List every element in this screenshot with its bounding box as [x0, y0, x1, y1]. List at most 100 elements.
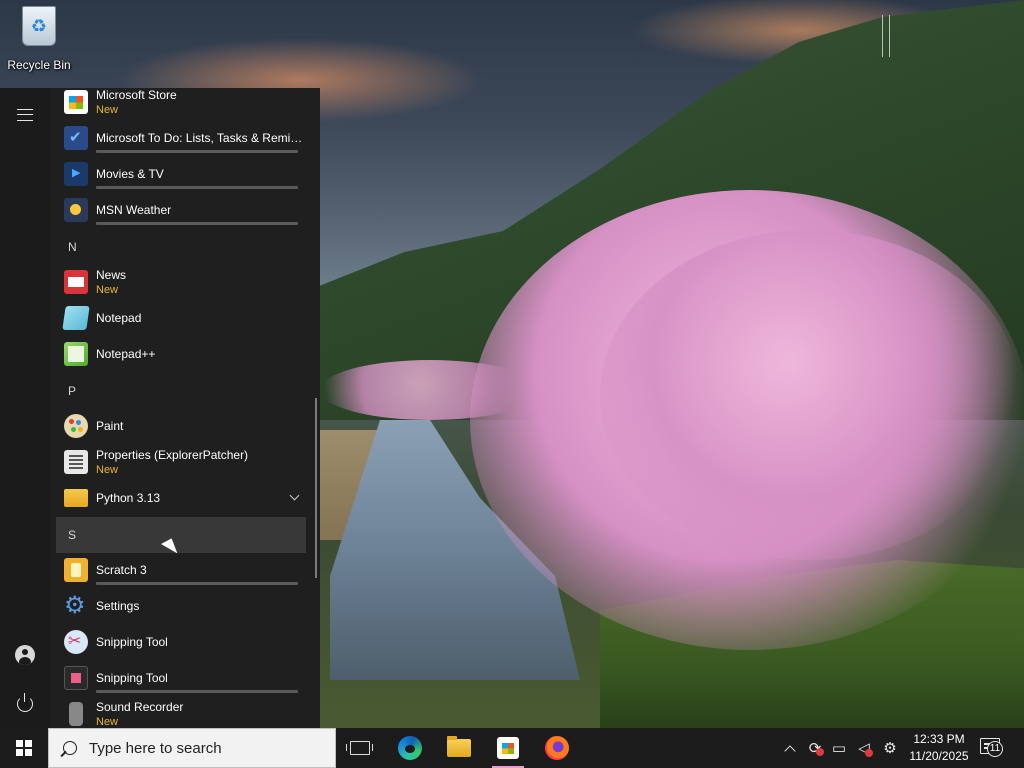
- letter-header-n[interactable]: N: [56, 229, 306, 265]
- install-progress-bar: [96, 186, 298, 189]
- folder-name: Python 3.13: [96, 490, 161, 505]
- weather-icon: [64, 198, 88, 222]
- app-list: Microsoft Store New Microsoft To Do: Lis…: [56, 88, 312, 728]
- app-name: Snipping Tool: [96, 634, 168, 649]
- app-item-microsoft-store[interactable]: Microsoft Store New: [56, 84, 306, 120]
- app-item-movies-tv[interactable]: Movies & TV: [56, 156, 306, 192]
- wallpaper-cherry-blossom: [600, 230, 1020, 560]
- todo-icon: [64, 126, 88, 150]
- paint-icon: [64, 414, 88, 438]
- app-item-settings[interactable]: Settings: [56, 588, 306, 624]
- app-item-news[interactable]: News New: [56, 264, 306, 300]
- windows-logo-icon: [16, 740, 32, 756]
- error-dot: [816, 748, 824, 756]
- new-badge: New: [96, 103, 119, 116]
- taskbar-firefox[interactable]: [533, 728, 581, 768]
- gear-icon: ⚙: [883, 739, 897, 757]
- app-item-microsoft-to-do[interactable]: Microsoft To Do: Lists, Tasks & Remin...: [56, 120, 306, 156]
- app-name: Snipping Tool: [96, 670, 168, 685]
- news-icon: [64, 270, 88, 294]
- clock-time: 12:33 PM: [913, 732, 965, 746]
- app-name: Settings: [96, 598, 140, 613]
- snipping-tool-legacy-icon: [64, 666, 88, 690]
- edge-icon: [398, 736, 422, 760]
- hamburger-icon: [17, 109, 33, 121]
- start-button[interactable]: [0, 728, 48, 768]
- app-item-scratch[interactable]: Scratch 3: [56, 552, 306, 588]
- power-button[interactable]: [0, 680, 50, 728]
- new-badge: New: [96, 715, 119, 728]
- tray-volume[interactable]: ◁: [852, 728, 876, 768]
- install-progress-bar: [96, 582, 298, 585]
- snipping-tool-icon: [64, 630, 88, 654]
- install-progress-bar: [96, 150, 298, 153]
- app-item-properties-explorerpatcher[interactable]: Properties (ExplorerPatcher) New: [56, 444, 306, 480]
- new-badge: New: [96, 283, 119, 296]
- clock-date: 11/20/2025: [909, 749, 969, 763]
- folder-item-python[interactable]: Python 3.13: [56, 480, 306, 516]
- task-view-button[interactable]: [336, 728, 384, 768]
- new-badge: New: [96, 463, 119, 476]
- app-name: Properties (ExplorerPatcher): [96, 447, 249, 462]
- movies-tv-icon: [64, 162, 88, 186]
- search-box[interactable]: Type here to search: [48, 728, 336, 768]
- sound-recorder-icon: [69, 702, 83, 726]
- letter-label: N: [68, 240, 77, 254]
- app-name: MSN Weather: [96, 202, 172, 217]
- app-name: Notepad++: [96, 346, 156, 361]
- letter-header-s[interactable]: S: [56, 517, 306, 553]
- notepadpp-icon: [64, 342, 88, 366]
- start-menu: Microsoft Store New Microsoft To Do: Lis…: [0, 88, 320, 728]
- app-item-notepad[interactable]: Notepad: [56, 300, 306, 336]
- app-name: Sound Recorder: [96, 699, 184, 714]
- taskbar-microsoft-store[interactable]: [484, 728, 532, 768]
- notepad-icon: [62, 306, 90, 330]
- install-progress-bar: [96, 690, 298, 693]
- app-name: Microsoft To Do: Lists, Tasks & Remin...: [96, 130, 306, 145]
- recycle-bin-icon: [22, 6, 56, 46]
- app-name: Microsoft Store: [96, 87, 177, 102]
- microsoft-store-icon: [497, 737, 519, 759]
- app-name: Notepad: [96, 310, 142, 325]
- taskbar-file-explorer[interactable]: [435, 728, 483, 768]
- app-list-scrollbar[interactable]: [315, 398, 317, 578]
- network-icon: ▭: [831, 739, 847, 757]
- wallpaper-pylon: [882, 15, 890, 57]
- power-icon: [17, 693, 33, 712]
- taskbar: Type here to search ⟳ ▭ ◁ ⚙ 12:33 PM 11/…: [0, 728, 1024, 768]
- app-item-snipping-tool-legacy[interactable]: Snipping Tool: [56, 660, 306, 696]
- install-progress-bar: [96, 222, 298, 225]
- folder-icon: [64, 489, 88, 507]
- clock[interactable]: 12:33 PM 11/20/2025: [906, 731, 972, 765]
- microsoft-store-icon: [64, 90, 88, 114]
- user-icon: [15, 645, 35, 665]
- chevron-up-icon: [784, 744, 796, 757]
- desktop-icon-recycle-bin[interactable]: Recycle Bin: [6, 6, 72, 76]
- tray-sync[interactable]: ⟳: [803, 728, 827, 768]
- properties-icon: [64, 450, 88, 474]
- app-item-paint[interactable]: Paint: [56, 408, 306, 444]
- file-explorer-icon: [447, 736, 471, 757]
- scratch-icon: [64, 558, 88, 582]
- tray-settings[interactable]: ⚙: [878, 728, 902, 768]
- show-hidden-icons-button[interactable]: [780, 728, 800, 768]
- notification-icon: 11: [980, 738, 1003, 757]
- app-item-sound-recorder[interactable]: Sound Recorder New: [56, 696, 306, 732]
- app-name: Movies & TV: [96, 166, 164, 181]
- app-item-notepadpp[interactable]: Notepad++: [56, 336, 306, 372]
- letter-header-p[interactable]: P: [56, 373, 306, 409]
- taskbar-edge[interactable]: [386, 728, 434, 768]
- task-view-icon: [346, 741, 373, 755]
- app-item-snipping-tool[interactable]: Snipping Tool: [56, 624, 306, 660]
- notification-center-button[interactable]: 11: [980, 736, 1004, 760]
- expand-menu-button[interactable]: [0, 91, 50, 139]
- firefox-icon: [545, 736, 569, 760]
- notification-count: 11: [987, 741, 1003, 757]
- desktop-icon-label: Recycle Bin: [7, 58, 71, 72]
- account-button[interactable]: [0, 631, 50, 679]
- app-name: Scratch 3: [96, 562, 147, 577]
- wallpaper-cherry-blossom: [320, 360, 540, 420]
- start-menu-rail: [0, 88, 50, 728]
- tray-network[interactable]: ▭: [828, 728, 850, 768]
- app-item-msn-weather[interactable]: MSN Weather: [56, 192, 306, 228]
